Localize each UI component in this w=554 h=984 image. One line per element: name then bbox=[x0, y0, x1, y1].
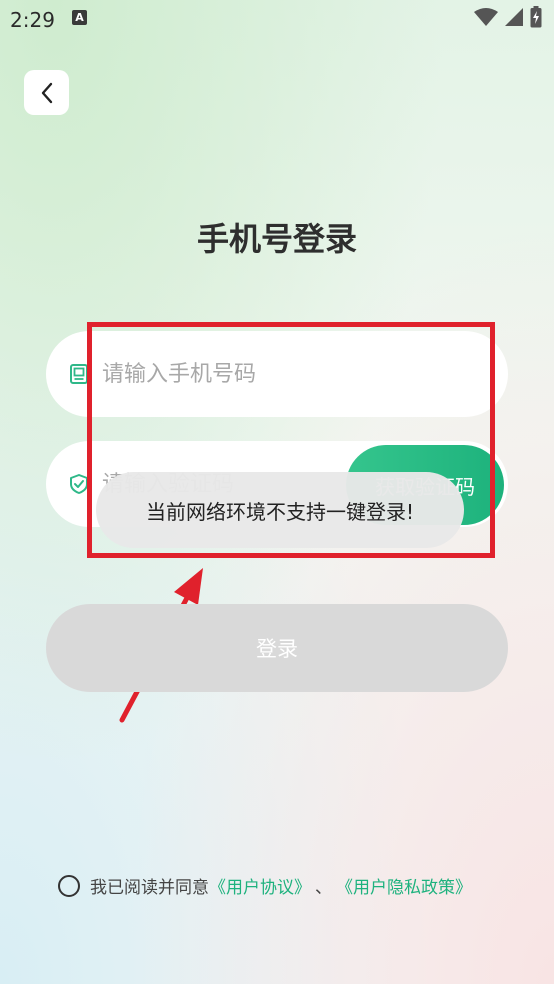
battery-icon bbox=[530, 6, 542, 28]
agreement-separator: 、 bbox=[315, 878, 332, 898]
status-time: 2:29 bbox=[10, 8, 55, 32]
system-icons bbox=[474, 6, 542, 28]
back-button[interactable] bbox=[24, 70, 69, 115]
annotation-red-box bbox=[87, 322, 495, 558]
agreement-row: 我已阅读并同意 《用户协议》 、 《用户隐私政策》 bbox=[58, 873, 472, 898]
wifi-icon bbox=[474, 8, 498, 26]
page-title: 手机号登录 bbox=[196, 220, 357, 258]
notification-a-icon: A bbox=[72, 10, 87, 25]
signal-icon bbox=[505, 8, 523, 26]
login-button[interactable]: 登录 bbox=[46, 604, 508, 692]
status-bar: 2:29 A bbox=[0, 0, 554, 40]
privacy-policy-link[interactable]: 《用户隐私政策》 bbox=[336, 873, 472, 898]
user-agreement-link[interactable]: 《用户协议》 bbox=[209, 873, 311, 898]
agreement-prefix: 我已阅读并同意 bbox=[90, 878, 209, 898]
agree-checkbox[interactable] bbox=[58, 874, 80, 897]
chevron-left-icon bbox=[41, 82, 52, 103]
